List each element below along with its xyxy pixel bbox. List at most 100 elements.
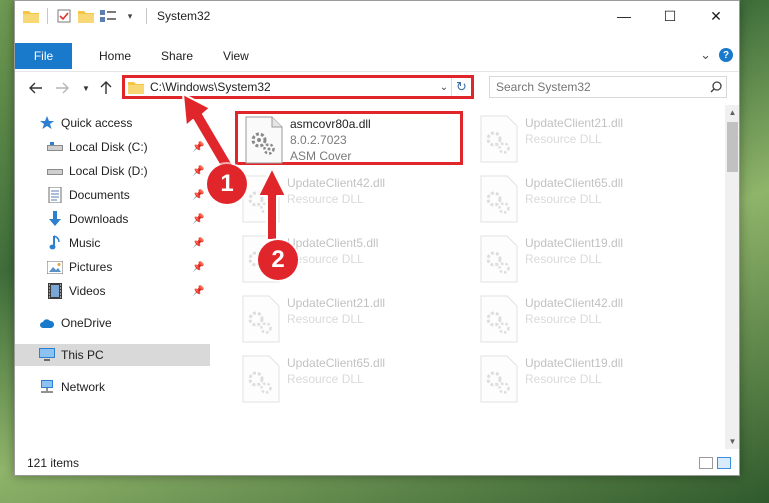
- network-icon: [39, 379, 55, 395]
- file-name: UpdateClient5.dll: [287, 236, 379, 250]
- tab-share[interactable]: Share: [146, 43, 208, 69]
- file-name: UpdateClient42.dll: [525, 296, 624, 310]
- scroll-thumb[interactable]: [727, 122, 738, 172]
- refresh-icon[interactable]: ↻: [451, 78, 471, 96]
- file-item[interactable]: UpdateClient42.dll Resource DLL: [473, 293, 701, 347]
- file-name: UpdateClient19.dll: [525, 356, 624, 370]
- maximize-button[interactable]: ☐: [647, 1, 693, 31]
- file-description: Resource DLL: [287, 372, 364, 386]
- dll-file-icon: [242, 295, 280, 343]
- details-view-button[interactable]: [699, 457, 713, 469]
- file-version: 8.0.2.7023: [290, 133, 347, 147]
- sidebar-item-label: OneDrive: [61, 316, 112, 330]
- sidebar-item-label: This PC: [61, 348, 104, 362]
- file-name: asmcovr80a.dll: [290, 117, 371, 131]
- address-row: ▼ C:\Windows\System32 ⌄ ↻: [15, 71, 739, 103]
- pin-icon[interactable]: 📌: [192, 262, 204, 273]
- file-description: Resource DLL: [287, 312, 364, 326]
- recent-locations-icon[interactable]: ▼: [77, 78, 95, 98]
- dll-file-icon: [245, 116, 283, 164]
- sidebar-item-label: Local Disk (D:): [69, 164, 148, 178]
- sidebar-item-this-pc[interactable]: This PC: [15, 344, 210, 366]
- documents-icon: [47, 187, 63, 203]
- tab-view[interactable]: View: [208, 43, 264, 69]
- forward-button[interactable]: [53, 78, 71, 98]
- sidebar-item-documents[interactable]: Documents 📌: [15, 184, 210, 206]
- file-item[interactable]: UpdateClient65.dll Resource DLL: [235, 353, 463, 407]
- navigation-pane: Quick access Local Disk (C:) 📌 Local Dis…: [15, 105, 210, 449]
- explorer-window: ▾ System32 — ☐ ✕ File Home Share View ⌄ …: [14, 0, 740, 476]
- download-icon: [47, 211, 63, 227]
- file-description: Resource DLL: [525, 312, 602, 326]
- file-name: UpdateClient21.dll: [525, 116, 624, 130]
- file-item[interactable]: UpdateClient19.dll Resource DLL: [473, 353, 701, 407]
- minimize-button[interactable]: —: [601, 1, 647, 31]
- pin-icon[interactable]: 📌: [192, 286, 204, 297]
- address-dropdown-icon[interactable]: ⌄: [437, 82, 451, 93]
- help-icon[interactable]: ?: [719, 48, 733, 62]
- pin-icon[interactable]: 📌: [192, 214, 204, 225]
- step-badge-1: 1: [207, 164, 247, 204]
- search-icon[interactable]: [706, 81, 726, 93]
- sidebar-item-local-disk-c[interactable]: Local Disk (C:) 📌: [15, 136, 210, 158]
- close-button[interactable]: ✕: [693, 1, 739, 31]
- music-icon: [47, 235, 63, 251]
- sidebar-item-music[interactable]: Music 📌: [15, 232, 210, 254]
- address-path[interactable]: C:\Windows\System32: [150, 80, 437, 94]
- tab-home[interactable]: Home: [84, 43, 146, 69]
- file-item-asmcovr80a[interactable]: asmcovr80a.dll 8.0.2.7023 ASM Cover: [235, 111, 463, 165]
- search-input[interactable]: [490, 80, 706, 94]
- pin-icon[interactable]: 📌: [192, 190, 204, 201]
- dll-file-icon: [480, 235, 518, 283]
- scroll-up-icon[interactable]: ▲: [725, 105, 739, 120]
- scroll-down-icon[interactable]: ▼: [725, 434, 739, 449]
- up-button[interactable]: [97, 78, 115, 98]
- layout-icon[interactable]: [100, 8, 116, 24]
- sidebar-item-label: Downloads: [69, 212, 129, 226]
- dll-file-icon: [480, 175, 518, 223]
- vertical-scrollbar[interactable]: ▲ ▼: [725, 105, 739, 449]
- dll-file-icon: [480, 295, 518, 343]
- file-name: UpdateClient19.dll: [525, 236, 624, 250]
- back-button[interactable]: [27, 78, 45, 98]
- sidebar-item-onedrive[interactable]: OneDrive: [15, 312, 210, 334]
- tiles-view-button[interactable]: [717, 457, 731, 469]
- properties-icon[interactable]: [56, 8, 72, 24]
- expand-ribbon-icon[interactable]: ⌄: [700, 47, 711, 63]
- dll-file-icon: [480, 115, 518, 163]
- title-bar: ▾ System32 — ☐ ✕: [15, 1, 739, 31]
- file-item[interactable]: UpdateClient21.dll Resource DLL: [235, 293, 463, 347]
- dll-file-icon: [242, 355, 280, 403]
- drive-icon: [47, 163, 63, 179]
- file-item[interactable]: UpdateClient42.dll Resource DLL: [235, 173, 463, 227]
- folder-icon[interactable]: [23, 8, 39, 24]
- sidebar-item-downloads[interactable]: Downloads 📌: [15, 208, 210, 230]
- sidebar-item-pictures[interactable]: Pictures 📌: [15, 256, 210, 278]
- drive-icon: [47, 139, 63, 155]
- sidebar-item-quick-access[interactable]: Quick access: [15, 112, 210, 134]
- pin-icon[interactable]: 📌: [192, 142, 204, 153]
- computer-icon: [39, 347, 55, 363]
- address-bar[interactable]: C:\Windows\System32 ⌄ ↻: [122, 75, 474, 99]
- star-icon: [39, 115, 55, 131]
- cloud-icon: [39, 315, 55, 331]
- sidebar-item-label: Network: [61, 380, 106, 394]
- pin-icon[interactable]: 📌: [192, 238, 204, 249]
- file-item[interactable]: UpdateClient65.dll Resource DLL: [473, 173, 701, 227]
- new-folder-icon[interactable]: [78, 8, 94, 24]
- sidebar-item-videos[interactable]: Videos 📌: [15, 280, 210, 302]
- sidebar-item-label: Pictures: [69, 260, 113, 274]
- customize-toolbar-icon[interactable]: ▾: [122, 8, 138, 24]
- sidebar-item-network[interactable]: Network: [15, 376, 210, 398]
- item-count: 121 items: [27, 456, 80, 470]
- file-name: UpdateClient42.dll: [287, 176, 386, 190]
- toolbar-separator: [146, 8, 147, 24]
- tab-file[interactable]: File: [15, 43, 72, 69]
- file-item[interactable]: UpdateClient21.dll Resource DLL: [473, 113, 701, 167]
- sidebar-item-local-disk-d[interactable]: Local Disk (D:) 📌: [15, 160, 210, 182]
- search-box[interactable]: [489, 76, 727, 98]
- file-item[interactable]: UpdateClient19.dll Resource DLL: [473, 233, 701, 287]
- pin-icon[interactable]: 📌: [192, 166, 204, 177]
- view-toggle: [699, 457, 731, 469]
- ribbon-tabs: File Home Share View ⌄ ?: [15, 43, 739, 69]
